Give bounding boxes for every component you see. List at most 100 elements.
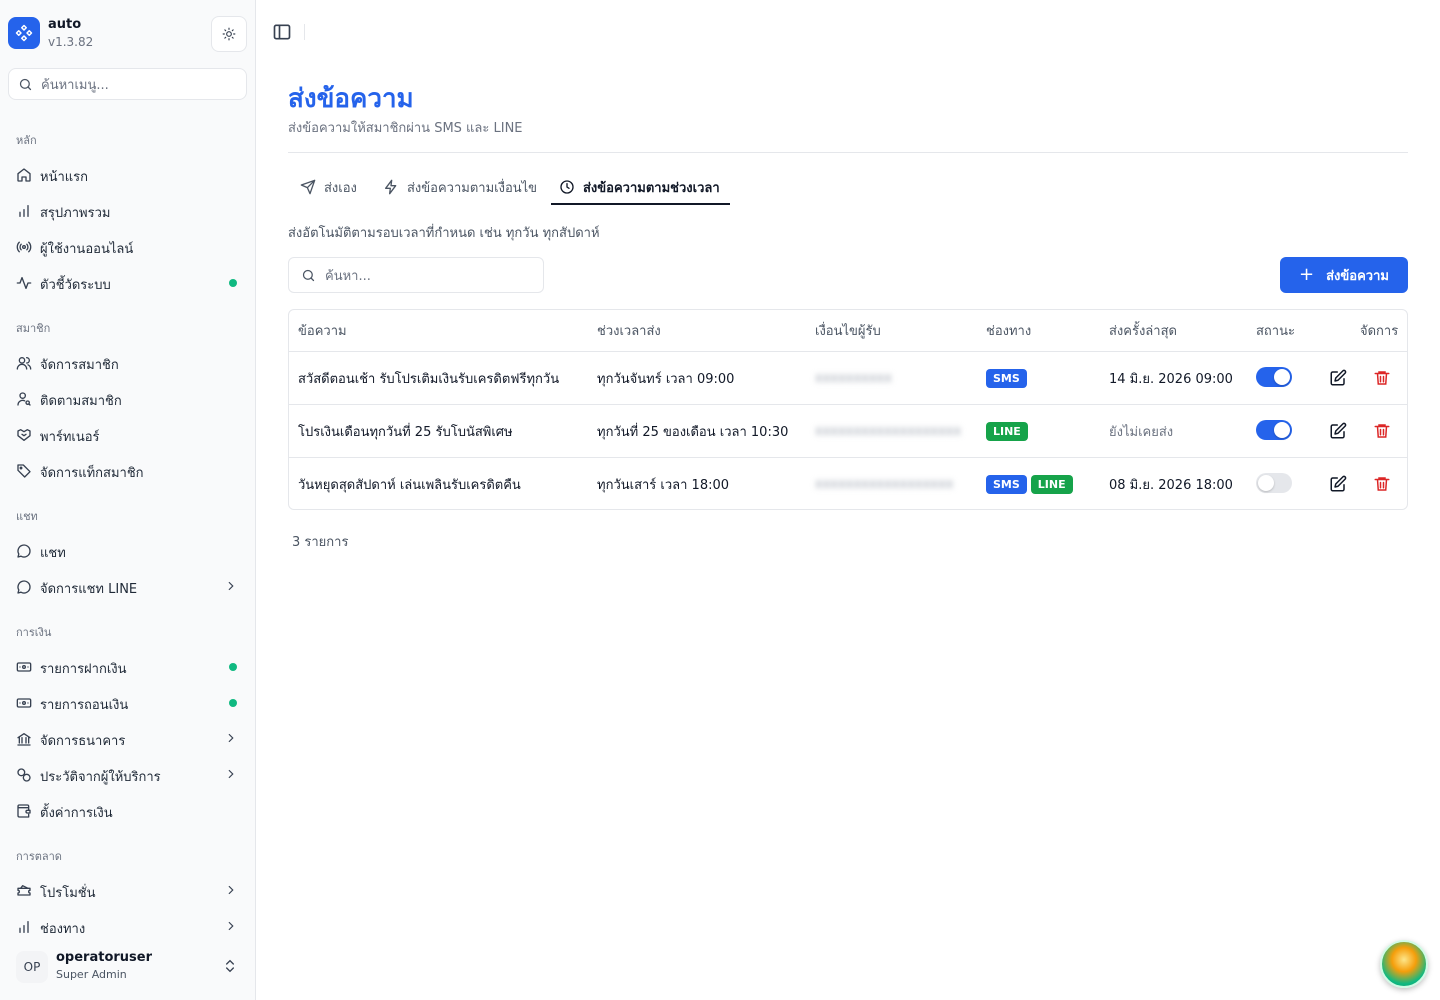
status-dot bbox=[229, 699, 237, 707]
page-title: ส่งข้อความ bbox=[288, 84, 414, 114]
schedule-cell: ทุกวันจันทร์ เวลา 09:00 bbox=[597, 372, 735, 387]
toggle-knob bbox=[1274, 422, 1290, 438]
schedule-cell: ทุกวันที่ 25 ของเดือน เวลา 10:30 bbox=[597, 425, 789, 440]
sidebar-item-label: สรุปภาพรวม bbox=[40, 206, 111, 221]
message-search bbox=[288, 257, 544, 293]
active-tab-indicator bbox=[551, 203, 730, 205]
channel-badge: SMS bbox=[986, 369, 1027, 388]
sidebar-item-label: ติดตามสมาชิก bbox=[40, 394, 122, 409]
theme-toggle-button[interactable] bbox=[211, 16, 247, 52]
trash-icon[interactable] bbox=[1373, 369, 1391, 387]
user-menu[interactable]: OP operatoruser Super Admin bbox=[8, 944, 248, 990]
clock-icon bbox=[560, 180, 574, 194]
sidebar-item-label: ช่องทาง bbox=[40, 922, 86, 937]
search-icon bbox=[19, 78, 32, 91]
sidebar-item-finance-settings[interactable]: ตั้งค่าการเงิน bbox=[8, 795, 248, 827]
sidebar-toggle-icon[interactable] bbox=[272, 22, 292, 42]
tab-scheduled[interactable]: ส่งข้อความตามช่วงเวลา bbox=[559, 168, 720, 206]
column-header-schedule: ช่วงเวลาส่ง bbox=[597, 324, 661, 339]
wallet-icon bbox=[17, 804, 31, 818]
sidebar-item-label: รายการฝากเงิน bbox=[40, 662, 127, 677]
sidebar-item-deposits[interactable]: รายการฝากเงิน bbox=[8, 651, 248, 683]
sidebar-item-label: ประวัติจากผู้ให้บริการ bbox=[40, 770, 161, 785]
add-message-button[interactable]: + ส่งข้อความ bbox=[1280, 257, 1408, 293]
sidebar-item-partners[interactable]: พาร์ทเนอร์ bbox=[8, 419, 248, 451]
avatar: OP bbox=[16, 951, 48, 983]
status-toggle[interactable] bbox=[1256, 420, 1292, 440]
sidebar-item-label: ผู้ใช้งานออนไลน์ bbox=[40, 242, 134, 257]
column-header-actions: จัดการ bbox=[1360, 324, 1399, 339]
plus-icon: + bbox=[1299, 264, 1315, 285]
sidebar-item-channels[interactable]: ช่องทาง bbox=[8, 911, 248, 943]
last-sent-cell: ยังไม่เคยส่ง bbox=[1109, 425, 1174, 440]
sidebar-item-label: พาร์ทเนอร์ bbox=[40, 430, 100, 445]
condition-cell: xxxxxxxxxxxxxxxxxx bbox=[815, 477, 954, 492]
floating-assistant-button[interactable] bbox=[1380, 940, 1428, 988]
column-header-last-sent: ส่งครั้งล่าสุด bbox=[1109, 324, 1177, 339]
divider bbox=[304, 24, 305, 40]
status-toggle[interactable] bbox=[1256, 473, 1292, 493]
section-label-members: สมาชิก bbox=[16, 322, 51, 335]
scheduled-messages-table: ข้อความ ช่วงเวลาส่ง เงื่อนไขผู้รับ ช่องท… bbox=[288, 309, 1408, 510]
send-icon bbox=[300, 179, 316, 195]
sidebar-item-label: โปรโมชั่น bbox=[40, 886, 96, 901]
sidebar-item-track-members[interactable]: ติดตามสมาชิก bbox=[8, 383, 248, 415]
sidebar-item-banks[interactable]: จัดการธนาคาร bbox=[8, 723, 248, 755]
ticket-icon bbox=[17, 885, 31, 896]
edit-icon[interactable] bbox=[1329, 422, 1347, 440]
tab-label: ส่งข้อความตามช่วงเวลา bbox=[583, 180, 720, 196]
user-search-icon bbox=[17, 392, 31, 406]
menu-search-input[interactable] bbox=[41, 74, 241, 96]
status-toggle[interactable] bbox=[1256, 367, 1292, 387]
tab-conditional[interactable]: ส่งข้อความตามเงื่อนไข bbox=[383, 168, 537, 206]
condition-cell: xxxxxxxxxxxxxxxxxxx bbox=[815, 424, 962, 439]
tag-icon bbox=[17, 464, 31, 478]
trash-icon[interactable] bbox=[1373, 422, 1391, 440]
sidebar-item-chat[interactable]: แชท bbox=[8, 535, 248, 567]
trash-icon[interactable] bbox=[1373, 475, 1391, 493]
message-cell: สวัสดีตอนเช้า รับโปรเติมเงินรับเครดิตฟรี… bbox=[298, 372, 560, 387]
sidebar-item-manage-members[interactable]: จัดการสมาชิก bbox=[8, 347, 248, 379]
chevron-right-icon bbox=[228, 885, 234, 895]
chat-bubble-icon bbox=[17, 580, 31, 594]
sidebar-item-provider-history[interactable]: ประวัติจากผู้ให้บริการ bbox=[8, 759, 248, 791]
section-label-finance: การเงิน bbox=[16, 626, 52, 639]
sun-icon bbox=[222, 27, 236, 41]
schedule-cell: ทุกวันเสาร์ เวลา 18:00 bbox=[597, 478, 730, 493]
users-icon bbox=[16, 357, 32, 370]
sidebar-item-member-tags[interactable]: จัดการแท็กสมาชิก bbox=[8, 455, 248, 487]
sidebar-item-online-users[interactable]: ผู้ใช้งานออนไลน์ bbox=[8, 231, 248, 263]
channel-badge: LINE bbox=[1030, 475, 1073, 494]
sidebar-item-label: ตั้งค่าการเงิน bbox=[40, 806, 113, 821]
section-label-marketing: การตลาด bbox=[16, 850, 62, 863]
sidebar-item-system-metrics[interactable]: ตัวชี้วัดระบบ bbox=[8, 267, 248, 299]
search-icon bbox=[302, 269, 315, 282]
status-dot bbox=[229, 279, 237, 287]
chevron-right-icon bbox=[228, 769, 234, 779]
coins-hand-icon bbox=[17, 768, 31, 782]
app-logo-icon bbox=[8, 17, 40, 49]
last-sent-cell: 08 มิ.ย. 2026 18:00 bbox=[1109, 478, 1233, 493]
toggle-knob bbox=[1258, 475, 1274, 491]
divider bbox=[288, 152, 1408, 153]
bar-chart-icon bbox=[19, 205, 29, 217]
edit-icon[interactable] bbox=[1329, 475, 1347, 493]
edit-icon[interactable] bbox=[1329, 369, 1347, 387]
app-version: v1.3.82 bbox=[48, 35, 94, 49]
sidebar-item-promotions[interactable]: โปรโมชั่น bbox=[8, 875, 248, 907]
message-search-input[interactable] bbox=[325, 265, 535, 287]
status-dot bbox=[229, 663, 237, 671]
sidebar-item-label: รายการถอนเงิน bbox=[40, 698, 129, 713]
sidebar-item-home[interactable]: หน้าแรก bbox=[8, 159, 248, 191]
home-icon bbox=[17, 168, 31, 182]
menu-search bbox=[8, 68, 247, 100]
table-row: โปรเงินเดือนทุกวันที่ 25 รับโบนัสพิเศษ ท… bbox=[289, 405, 1407, 458]
sidebar-item-overview[interactable]: สรุปภาพรวม bbox=[8, 195, 248, 227]
tab-label: ส่งเอง bbox=[324, 180, 357, 196]
broadcast-icon bbox=[16, 241, 32, 253]
sidebar-item-withdrawals[interactable]: รายการถอนเงิน bbox=[8, 687, 248, 719]
sidebar-item-label: จัดการธนาคาร bbox=[40, 734, 126, 749]
tab-manual[interactable]: ส่งเอง bbox=[300, 168, 357, 206]
sidebar-item-line-chat[interactable]: จัดการแชท LINE bbox=[8, 571, 248, 603]
column-header-channel: ช่องทาง bbox=[986, 324, 1032, 339]
